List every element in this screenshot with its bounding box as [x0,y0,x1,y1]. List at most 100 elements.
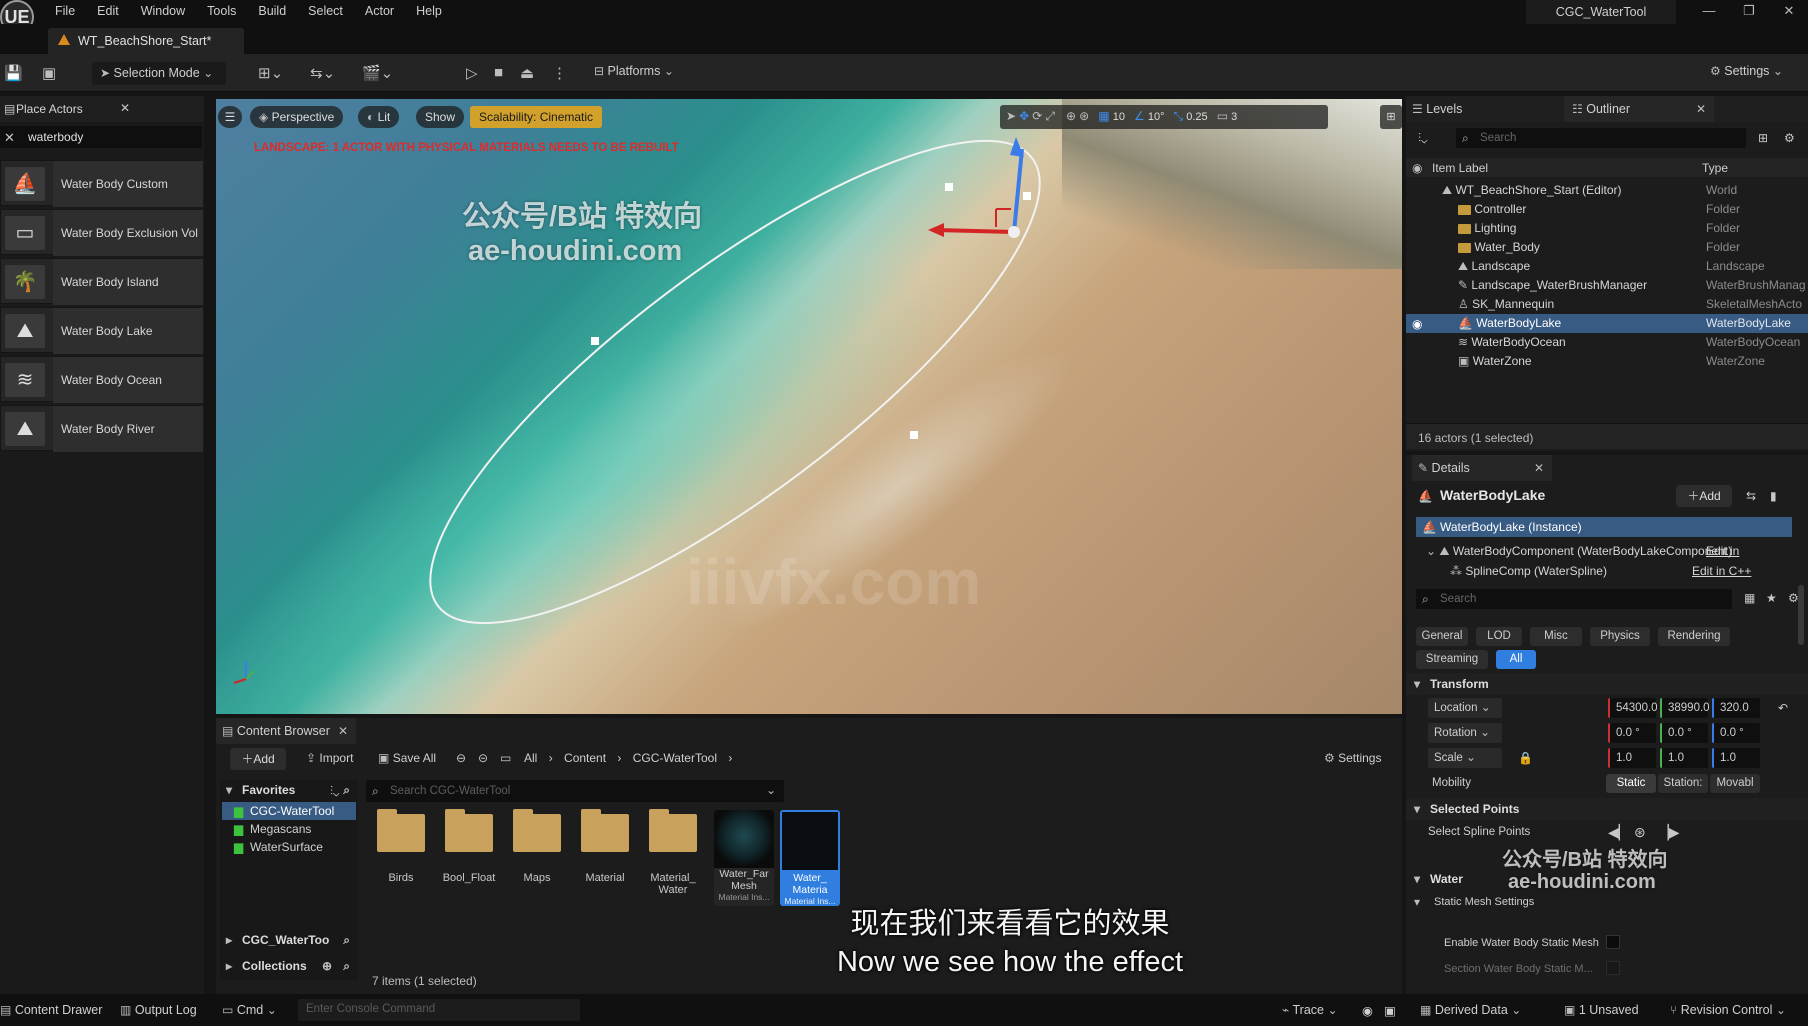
outliner-row[interactable]: Lighting Folder [1406,219,1808,238]
rotate-tool-icon[interactable]: ⟳ [1032,110,1042,122]
record-icon[interactable]: ◉ [1362,1003,1373,1018]
selection-mode-dropdown[interactable]: ➤ Selection Mode ⌄ [92,62,226,85]
gizmo-z-axis[interactable] [1012,148,1024,233]
breadcrumb-content[interactable]: Content [564,751,606,765]
outliner-row[interactable]: Controller Folder [1406,200,1808,219]
more-icon[interactable]: ▮ [1770,489,1777,503]
edit-in-cpp-link[interactable]: Edit in C++ [1692,561,1751,581]
actor-search-input[interactable]: waterbody [28,130,83,144]
outliner-search-box[interactable]: ⌕ Search [1456,128,1746,148]
menu-window[interactable]: Window [130,4,196,18]
rotation-snap-icon[interactable]: ∠ [1134,110,1145,122]
scale-dropdown[interactable]: Scale ⌄ [1428,748,1502,768]
trace-dropdown[interactable]: ⌁ Trace ⌄ [1282,1003,1338,1017]
actor-item-water-body-lake[interactable]: ⛰ Water Body Lake [0,307,203,354]
rotation-y-field[interactable]: 0.0 ° [1660,723,1708,743]
filter-icon[interactable]: ⫶⌄ [330,784,339,799]
content-icon[interactable]: ▣ [42,64,56,82]
asset-folder-material[interactable]: Material [576,809,634,884]
spline-point[interactable] [591,337,599,345]
gizmo-x-axis[interactable] [935,228,1015,234]
gizmo-center[interactable] [1008,226,1020,238]
content-drawer-button[interactable]: ▤ Content Drawer [0,1003,102,1017]
close-tab-icon[interactable]: ✕ [338,725,348,737]
scale-snap-value[interactable]: 0.25 [1186,111,1207,123]
asset-folder-birds[interactable]: Birds [372,809,430,884]
tab-outliner[interactable]: ☷ Outliner ✕ [1564,96,1714,122]
select-tool-icon[interactable]: ➤ [1006,110,1016,122]
tree-item-megascans[interactable]: ▆ Megascans [222,820,356,838]
level-viewport[interactable]: ☰ ◈ Perspective ◐ Lit Show Scalability: … [216,99,1402,714]
step-icon[interactable]: ▷ [466,64,478,82]
settings-dropdown[interactable]: ⚙ Settings ⌄ [1710,64,1783,78]
blueprint-icon[interactable]: ⇆⌄ [310,64,335,82]
save-all-button[interactable]: ▣ Save All [378,751,436,765]
filter-icon[interactable]: ⫶⌄ [1418,131,1427,146]
actor-item-water-body-custom[interactable]: ⛵ Water Body Custom [0,160,203,207]
asset-folder-material-water[interactable]: Material_ Water [644,809,702,896]
screenshot-icon[interactable]: ▣ [1384,1003,1396,1018]
favorites-star-icon[interactable]: ★ [1766,591,1777,605]
chevron-down-icon[interactable]: ⌄ [766,784,776,796]
tree-item-watersurface[interactable]: ▆ WaterSurface [222,838,356,856]
outliner-row-selected[interactable]: ◉ ⛵ WaterBodyLake WaterBodyLake [1406,314,1808,333]
asset-material-water-far-mesh[interactable]: Water_Far Mesh Material Ins... [714,810,774,906]
grid-snap-icon[interactable]: ▦ [1098,110,1109,122]
search-icon[interactable]: ⌕ [343,934,350,946]
outliner-row[interactable]: ⛰ WT_BeachShore_Start (Editor) World [1406,181,1808,200]
tree-item-cgc-watertool[interactable]: ▆ CGC-WaterTool [222,802,356,820]
content-settings-button[interactable]: ⚙ Settings [1324,751,1381,765]
close-tab-icon[interactable]: ✕ [1534,462,1544,474]
add-folder-icon[interactable]: ⊞ [1758,131,1768,145]
unsaved-button[interactable]: ▣ 1 Unsaved [1564,1003,1639,1017]
spline-component-row[interactable]: ⁂ SplineComp (WaterSpline) Edit in C++ [1450,561,1806,581]
cinematics-icon[interactable]: 🎬⌄ [362,64,393,82]
scale-x-field[interactable]: 1.0 [1608,748,1656,768]
maximize-viewport-icon[interactable]: ⊞ [1380,105,1402,129]
outliner-row[interactable]: ✎ Landscape_WaterBrushManager WaterBrush… [1406,276,1808,295]
spline-point[interactable] [945,183,953,191]
menu-tools[interactable]: Tools [196,4,247,18]
details-search-input[interactable]: Search [1440,593,1476,605]
scale-snap-icon[interactable]: ⤡ [1174,110,1184,122]
column-type[interactable]: Type [1702,161,1728,175]
filter-streaming[interactable]: Streaming [1416,650,1488,669]
breadcrumb-cgc-watertool[interactable]: CGC-WaterTool [633,751,717,765]
details-search-box[interactable]: ⌕ Search [1416,589,1732,609]
mobility-stationary[interactable]: Station: [1658,774,1708,793]
component-row[interactable]: ⌄ ⛰ WaterBodyComponent (WaterBodyLakeCom… [1426,541,1806,561]
filter-all[interactable]: All [1496,650,1536,669]
mobility-movable[interactable]: Movabl [1710,774,1760,793]
save-icon[interactable]: 💾 [4,64,23,82]
filter-rendering[interactable]: Rendering [1658,627,1730,646]
scale-z-field[interactable]: 1.0 [1712,748,1760,768]
place-actors-tab[interactable]: Place Actors [16,102,83,116]
select-next-point-icon[interactable]: ▕▶ [1658,824,1680,841]
restore-icon[interactable]: ❐ [1734,3,1764,19]
menu-build[interactable]: Build [247,4,297,18]
close-tab-icon[interactable]: ✕ [120,101,130,115]
details-scrollbar[interactable] [1798,585,1804,645]
rotation-snap-value[interactable]: 10° [1148,111,1165,123]
section-static-mesh-checkbox[interactable] [1606,961,1620,975]
actor-item-water-body-island[interactable]: 🌴 Water Body Island [0,258,203,305]
actor-item-water-body-exclusion[interactable]: ▭ Water Body Exclusion Vol [0,209,203,256]
console-input[interactable]: Enter Console Command [298,999,580,1021]
add-collection-icon[interactable]: ⊕ [322,960,332,972]
collections-header[interactable]: ▸ Collections ⊕ ⌕ [220,956,358,976]
select-all-points-icon[interactable]: ⊛ [1634,824,1646,841]
menu-actor[interactable]: Actor [354,4,405,18]
world-space-icon[interactable]: ⊕ [1066,110,1076,122]
import-button[interactable]: ⇪ Import [306,751,353,765]
menu-edit[interactable]: Edit [86,4,130,18]
move-tool-icon[interactable]: ✥ [1019,110,1029,122]
actor-item-water-body-river[interactable]: ⛰ Water Body River [0,405,203,452]
enable-static-mesh-checkbox[interactable] [1606,935,1620,949]
actor-search-box[interactable]: ✕ waterbody [0,126,202,148]
filter-physics[interactable]: Physics [1590,627,1650,646]
add-actor-icon[interactable]: ⊞⌄ [258,64,283,82]
derived-data-dropdown[interactable]: ▦ Derived Data ⌄ [1420,1003,1521,1017]
section-transform[interactable]: ▾ Transform [1406,673,1808,695]
output-log-button[interactable]: ▥ Output Log [120,1003,197,1017]
platforms-dropdown[interactable]: ⊟ Platforms ⌄ [594,64,674,78]
